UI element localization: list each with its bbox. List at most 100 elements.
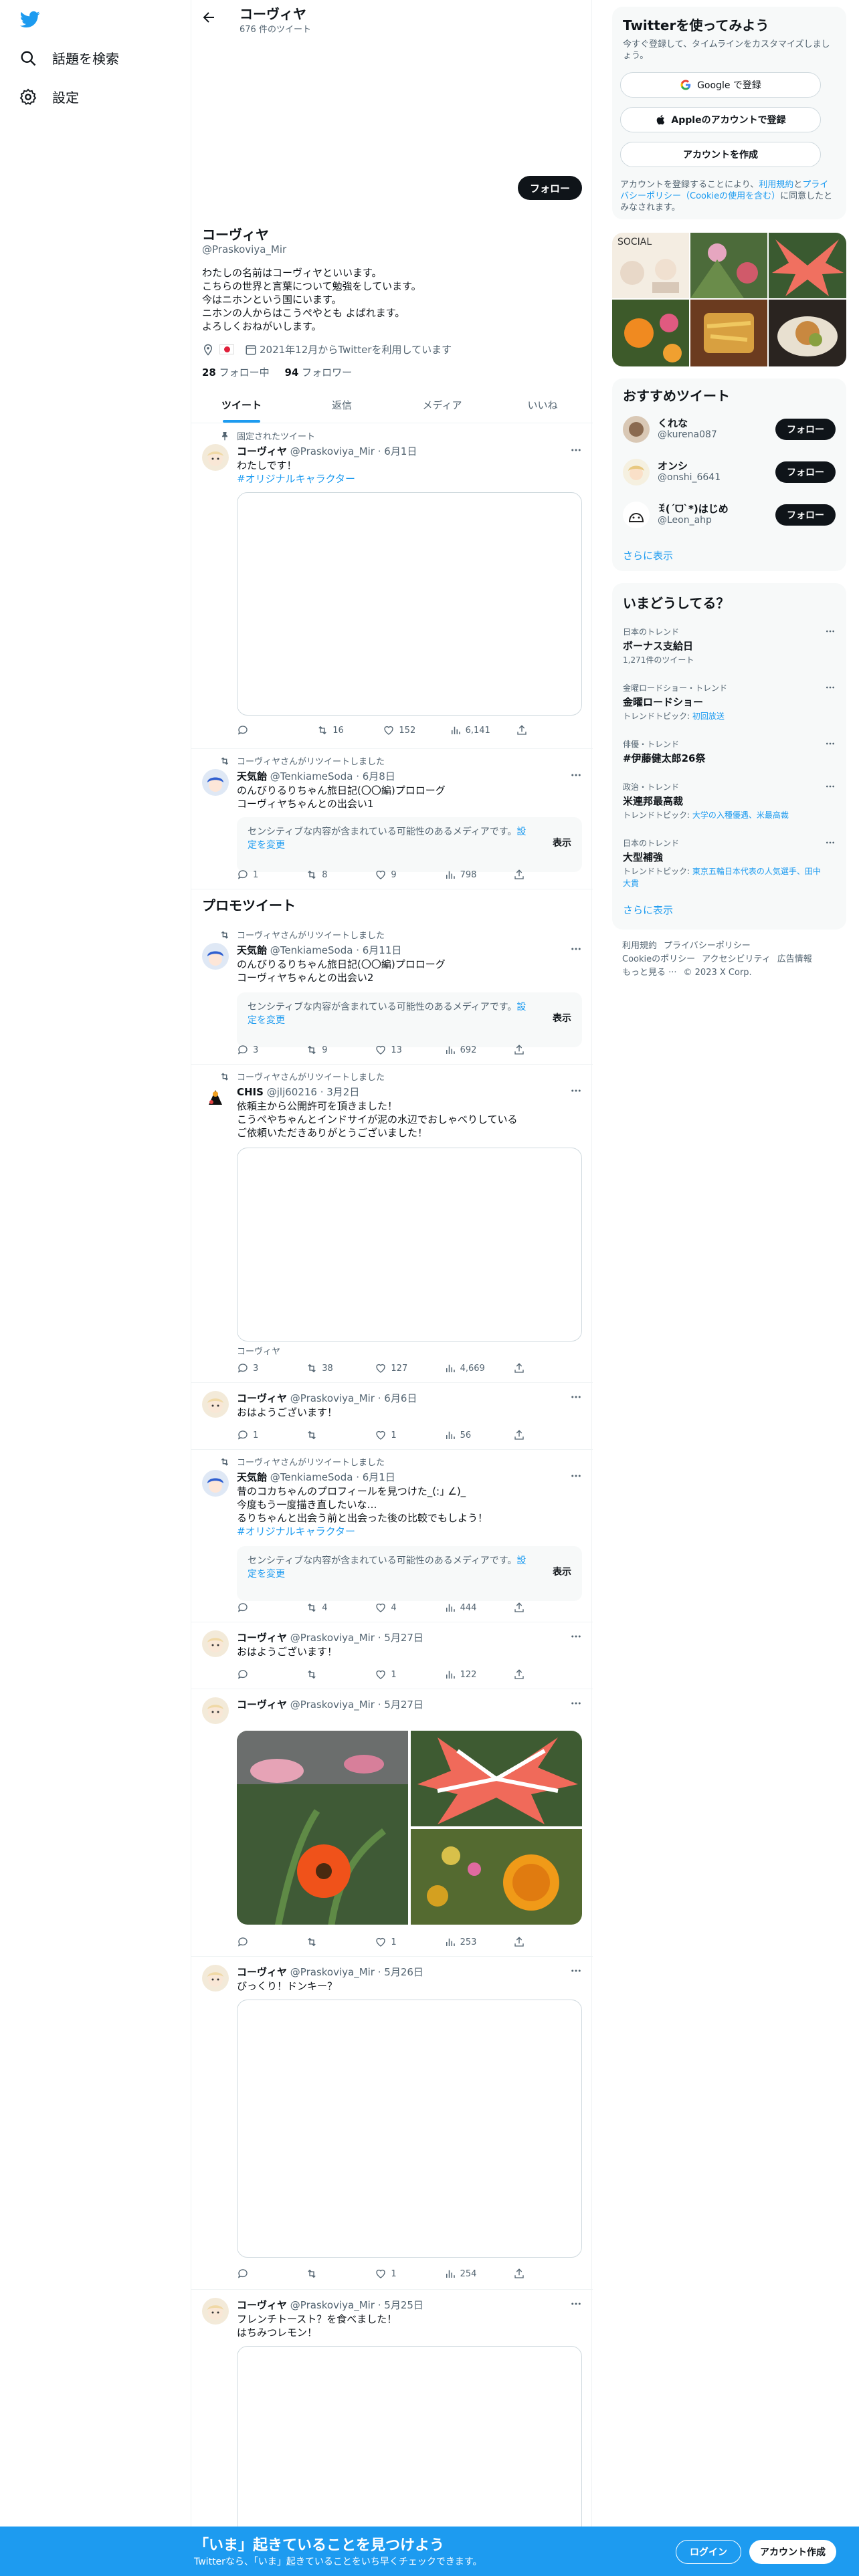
gallery-photo-2[interactable] <box>690 233 767 298</box>
follow-button[interactable]: フォロー <box>518 176 582 200</box>
avatar[interactable] <box>623 502 650 528</box>
tweet[interactable]: コーヴィヤ @Praskoviya_Mir · 6月6日 おはようございます！ … <box>191 1383 593 1450</box>
views-button[interactable]: 122 <box>444 1668 513 1681</box>
share-button[interactable] <box>516 724 582 737</box>
show-more-link[interactable]: さらに表示 <box>623 903 673 917</box>
back-arrow-icon[interactable] <box>201 9 217 25</box>
like-button[interactable]: 13 <box>375 1043 444 1057</box>
avatar[interactable] <box>202 1630 229 1657</box>
retweet-button[interactable] <box>306 1935 375 1949</box>
nav-settings[interactable]: 設定 <box>19 87 79 106</box>
retweet-button[interactable]: 8 <box>306 868 375 881</box>
apple-signup-button[interactable]: Appleのアカウントで登録 <box>620 107 821 132</box>
gallery-photo-6[interactable] <box>769 300 846 366</box>
retweet-button[interactable]: 16 <box>316 724 383 737</box>
google-signup-button[interactable]: Google で登録 <box>620 72 821 98</box>
flower-photo-1[interactable] <box>237 1731 408 1925</box>
nav-explore[interactable]: 話題を検索 <box>19 48 119 68</box>
author-name[interactable]: 天気飴 <box>237 770 267 782</box>
more-icon[interactable] <box>570 1391 582 1403</box>
author-name[interactable]: コーヴィヤ <box>237 1699 287 1711</box>
twitter-logo-icon[interactable] <box>19 9 41 29</box>
more-icon[interactable] <box>570 1697 582 1709</box>
share-button[interactable] <box>513 2267 582 2280</box>
avatar[interactable] <box>202 943 229 970</box>
tweet[interactable]: コーヴィヤ @Praskoviya_Mir · 5月26日 びっくり！ドンキー？… <box>191 1957 593 2290</box>
more-icon[interactable] <box>570 769 582 781</box>
author-handle-date[interactable]: @Praskoviya_Mir · 5月26日 <box>290 1966 423 1978</box>
reply-button[interactable] <box>237 1601 306 1614</box>
like-button[interactable]: 4 <box>375 1601 444 1614</box>
author-handle-date[interactable]: @Praskoviya_Mir · 6月1日 <box>290 445 417 457</box>
views-button[interactable]: 444 <box>444 1601 513 1614</box>
share-button[interactable] <box>513 1668 582 1681</box>
author-handle-date[interactable]: @jlj60216 · 3月2日 <box>267 1086 360 1098</box>
author-handle-date[interactable]: @TenkiameSoda · 6月11日 <box>270 944 402 956</box>
more-icon[interactable] <box>825 837 836 848</box>
tweet[interactable]: コーヴィヤさんがリツイートしました 天気飴 @TenkiameSoda · 6月… <box>191 1450 593 1622</box>
like-button[interactable]: 1 <box>375 1668 444 1681</box>
author-handle-date[interactable]: @TenkiameSoda · 6月1日 <box>270 1471 395 1483</box>
tweet-media[interactable] <box>237 492 582 716</box>
tweet[interactable]: 固定されたツイート コーヴィヤ @Praskoviya_Mir · 6月1日 わ… <box>191 424 593 749</box>
gallery-photo-4[interactable] <box>612 300 689 366</box>
reply-button[interactable] <box>237 2267 306 2280</box>
avatar[interactable] <box>202 1391 229 1418</box>
author-name[interactable]: コーヴィヤ <box>237 1966 287 1978</box>
tweet[interactable]: コーヴィヤさんがリツイートしました 天気飴 @TenkiameSoda · 6月… <box>191 923 593 1065</box>
author-name[interactable]: コーヴィヤ <box>237 445 287 457</box>
more-icon[interactable] <box>570 1470 582 1482</box>
author-name[interactable]: コーヴィヤ <box>237 2299 287 2311</box>
more-icon[interactable] <box>825 682 836 693</box>
avatar[interactable] <box>623 459 650 486</box>
show-media-button[interactable]: 表示 <box>553 836 571 849</box>
like-button[interactable]: 1 <box>375 1428 444 1442</box>
author-name[interactable]: 天気飴 <box>237 944 267 956</box>
flower-photo-2[interactable] <box>411 1731 582 1826</box>
author-handle-date[interactable]: @Praskoviya_Mir · 5月25日 <box>290 2299 423 2311</box>
more-icon[interactable] <box>825 781 836 792</box>
more-icon[interactable] <box>570 444 582 456</box>
more-icon[interactable] <box>570 1630 582 1642</box>
views-button[interactable]: 253 <box>444 1935 513 1949</box>
tab-media[interactable]: メディア <box>392 388 492 423</box>
avatar[interactable] <box>623 416 650 443</box>
terms-link[interactable]: 利用規約 <box>759 180 793 190</box>
show-media-button[interactable]: 表示 <box>553 1011 571 1025</box>
trend-item[interactable]: 日本のトレンド 大型補強 トレンドトピック: 東京五輪日本代表の人気選手、田中大… <box>623 837 836 889</box>
follow-button[interactable]: フォロー <box>775 461 836 483</box>
recommended-user[interactable]: ꉂ(ˊᗜˋ*)はじめ @Leon_ahp フォロー <box>623 499 836 531</box>
tab-replies[interactable]: 返信 <box>292 388 392 423</box>
more-icon[interactable] <box>570 2298 582 2310</box>
gallery-photo-3[interactable] <box>769 233 846 298</box>
author-name[interactable]: コーヴィヤ <box>237 1632 287 1644</box>
tweet-media[interactable] <box>237 2000 582 2258</box>
share-button[interactable] <box>513 1362 582 1375</box>
avatar[interactable] <box>202 1697 229 1724</box>
avatar[interactable] <box>202 444 229 471</box>
more-icon[interactable] <box>570 943 582 955</box>
more-icon[interactable] <box>825 626 836 637</box>
followers-link[interactable]: 94 フォロワー <box>284 366 352 379</box>
like-button[interactable]: 9 <box>375 868 444 881</box>
retweet-button[interactable] <box>306 2267 375 2280</box>
trend-extra-link[interactable]: 初回放送 <box>692 712 725 721</box>
avatar[interactable] <box>202 1470 229 1497</box>
views-button[interactable]: 56 <box>444 1428 513 1442</box>
reply-button[interactable] <box>237 1935 306 1949</box>
author-name[interactable]: 天気飴 <box>237 1471 267 1483</box>
views-button[interactable]: 4,669 <box>444 1362 513 1375</box>
footer-link[interactable]: 利用規約 <box>622 941 657 951</box>
tweet-media[interactable] <box>237 2346 582 2547</box>
like-button[interactable]: 1 <box>375 2267 444 2280</box>
like-button[interactable]: 152 <box>383 724 449 737</box>
recommended-user[interactable]: オンシ @onshi_6641 フォロー <box>623 456 836 488</box>
follow-button[interactable]: フォロー <box>775 419 836 440</box>
views-button[interactable]: 6,141 <box>450 724 516 737</box>
avatar[interactable] <box>202 2298 229 2325</box>
reply-button[interactable]: 1 <box>237 868 306 881</box>
tweet[interactable]: コーヴィヤ @Praskoviya_Mir · 5月25日 フレンチトースト？を… <box>191 2290 593 2547</box>
tweet-media[interactable] <box>237 1148 582 1341</box>
footer-link[interactable]: 広告情報 <box>777 954 812 964</box>
retweet-button[interactable]: 4 <box>306 1601 375 1614</box>
